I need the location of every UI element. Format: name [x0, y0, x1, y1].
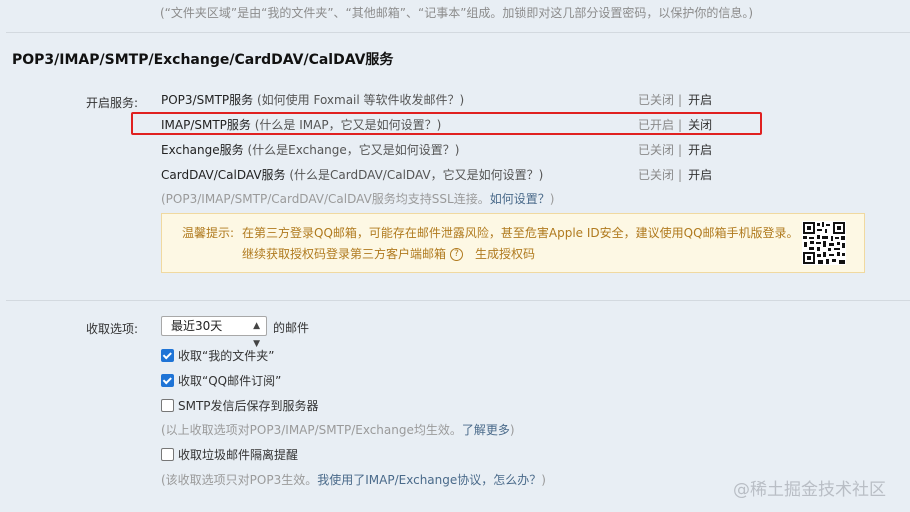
select-suffix: 的邮件	[273, 321, 310, 335]
status-text: 已关闭	[638, 93, 675, 107]
option-smtp-save[interactable]: SMTP发信后保存到服务器	[161, 397, 319, 414]
help-icon[interactable]: ?	[450, 248, 464, 261]
service-status-carddav: 已关闭 | 开启	[638, 166, 712, 183]
learn-more-link[interactable]: 了解更多	[462, 423, 510, 437]
service-name: IMAP/SMTP服务	[161, 118, 251, 132]
service-name: POP3/SMTP服务	[161, 93, 254, 107]
separator: |	[678, 143, 683, 157]
toggle-exchange-button[interactable]: 开启	[688, 143, 712, 157]
toggle-carddav-button[interactable]: 开启	[688, 168, 712, 182]
service-name: CardDAV/CalDAV服务	[161, 168, 286, 182]
option-label: 收取垃圾邮件隔离提醒	[178, 448, 299, 462]
note-text: (该收取选项只对POP3生效。	[161, 473, 318, 487]
receive-options-label: 收取选项:	[86, 322, 139, 336]
option-label: SMTP发信后保存到服务器	[178, 399, 319, 413]
service-name: Exchange服务	[161, 143, 244, 157]
tip-text: 在第三方登录QQ邮箱，可能存在邮件泄露风险，甚至危害Apple ID安全，建议使…	[242, 226, 799, 240]
checkbox-spam-reminder[interactable]	[161, 448, 174, 461]
service-help-link[interactable]: (什么是 IMAP，它又是如何设置？)	[255, 118, 442, 132]
service-status-pop3: 已关闭 | 开启	[638, 91, 712, 108]
receive-note: (以上收取选项对POP3/IMAP/SMTP/Exchange均生效。了解更多)	[161, 421, 515, 438]
service-help-link[interactable]: (什么是CardDAV/CalDAV，它又是如何设置？)	[289, 168, 543, 182]
tip-line2-text: 继续获取授权码登录第三方客户端邮箱	[242, 247, 447, 261]
folder-area-note: (“文件夹区域”是由“我的文件夹”、“其他邮箱”、“记事本”组成。加锁即对这几部…	[160, 6, 754, 20]
option-spam-reminder[interactable]: 收取垃圾邮件隔离提醒	[161, 446, 298, 463]
service-help-link[interactable]: (如何使用 Foxmail 等软件收发邮件？)	[257, 93, 464, 107]
separator: |	[678, 168, 683, 182]
divider	[6, 32, 910, 33]
option-label: 收取“QQ邮件订阅”	[178, 374, 282, 388]
option-my-folders[interactable]: 收取“我的文件夹”	[161, 347, 274, 364]
option-label: 收取“我的文件夹”	[178, 349, 275, 363]
imap-exchange-help-link[interactable]: 我使用了IMAP/Exchange协议，怎么办？	[317, 473, 541, 487]
toggle-pop3-button[interactable]: 开启	[688, 93, 712, 107]
ssl-howto-link[interactable]: 如何设置？	[490, 192, 550, 206]
separator: |	[678, 93, 683, 107]
generate-auth-code-link[interactable]: 生成授权码	[475, 247, 535, 261]
service-row-imap: IMAP/SMTP服务 (什么是 IMAP，它又是如何设置？)	[161, 116, 441, 133]
toggle-imap-button[interactable]: 关闭	[688, 118, 712, 132]
status-text: 已关闭	[638, 168, 675, 182]
enable-services-label: 开启服务:	[86, 96, 139, 110]
separator: |	[678, 118, 683, 132]
tip-box: 温馨提示: 在第三方登录QQ邮箱，可能存在邮件泄露风险，甚至危害Apple ID…	[161, 213, 865, 273]
ssl-note: (POP3/IMAP/SMTP/CardDAV/CalDAV服务均支持SSL连接…	[161, 190, 554, 207]
checkbox-smtp-save[interactable]	[161, 399, 174, 412]
watermark: @稀土掘金技术社区	[733, 480, 886, 500]
service-row-pop3: POP3/SMTP服务 (如何使用 Foxmail 等软件收发邮件？)	[161, 91, 464, 108]
service-row-carddav: CardDAV/CalDAV服务 (什么是CardDAV/CalDAV，它又是如…	[161, 166, 543, 183]
service-row-exchange: Exchange服务 (什么是Exchange，它又是如何设置？)	[161, 141, 459, 158]
ssl-note-close: )	[549, 192, 555, 206]
pop3-only-note: (该收取选项只对POP3生效。我使用了IMAP/Exchange协议，怎么办？)	[161, 471, 546, 488]
tip-text-line2: 继续获取授权码登录第三方客户端邮箱? 生成授权码	[242, 245, 535, 262]
divider	[6, 300, 910, 301]
option-qq-subscriptions[interactable]: 收取“QQ邮件订阅”	[161, 372, 281, 389]
receive-range-select[interactable]: 最近30天 ▲ ▼	[161, 316, 267, 349]
ssl-note-text: (POP3/IMAP/SMTP/CardDAV/CalDAV服务均支持SSL连接…	[161, 192, 490, 206]
service-help-link[interactable]: (什么是Exchange，它又是如何设置？)	[247, 143, 459, 157]
section-title: POP3/IMAP/SMTP/Exchange/CardDAV/CalDAV服务	[12, 52, 394, 68]
checkbox-my-folders[interactable]	[161, 349, 174, 362]
status-text: 已开启	[638, 118, 675, 132]
tip-label: 温馨提示:	[182, 226, 235, 240]
note-close: )	[509, 423, 515, 437]
select-value: 最近30天	[171, 319, 223, 333]
note-text: (以上收取选项对POP3/IMAP/SMTP/Exchange均生效。	[161, 423, 462, 437]
checkbox-qq-subscriptions[interactable]	[161, 374, 174, 387]
service-status-exchange: 已关闭 | 开启	[638, 141, 712, 158]
status-text: 已关闭	[638, 143, 675, 157]
qr-code-icon	[802, 221, 846, 265]
note-close: )	[541, 473, 546, 487]
service-status-imap: 已开启 | 关闭	[638, 116, 712, 133]
